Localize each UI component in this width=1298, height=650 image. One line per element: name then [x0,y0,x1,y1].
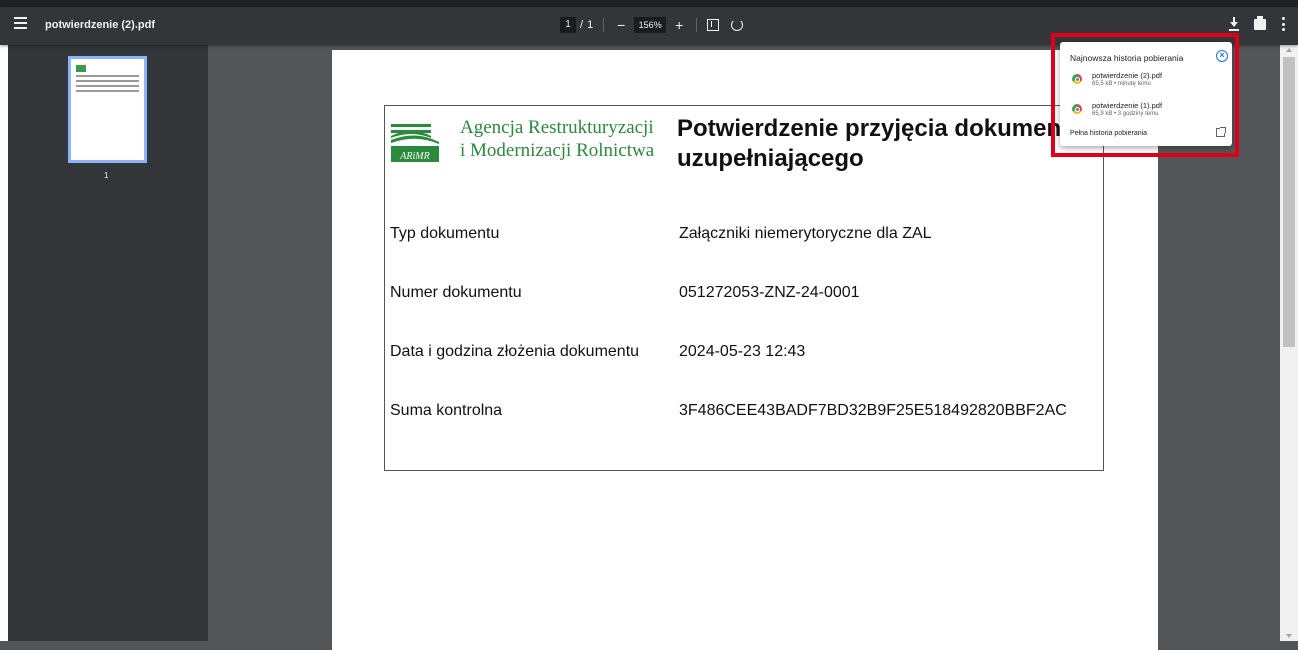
agency-line-2: i Modernizacji Rolnictwa [460,140,655,161]
row-value: 051272053-ZNZ-24-0001 [679,284,860,301]
zoom-in-button[interactable]: + [672,17,686,33]
agency-line-1: Agencja Restrukturyzacji [460,117,654,138]
row-value: 3F486CEE43BADF7BD32B9F25E518492820BBF2AC [679,402,1067,419]
agency-name: Agencja Restrukturyzacji i Modernizacji … [460,116,654,162]
download-file-name: potwierdzenie (2).pdf [1092,71,1163,80]
thumbnail-sidebar: 1 [8,45,208,641]
downloads-popup: Najnowsza historia pobierania × potwierd… [1060,42,1232,146]
zoom-level-input[interactable]: 156% [634,17,667,33]
rotate-icon[interactable] [731,19,744,31]
chrome-icon [1072,104,1082,114]
page-number-input[interactable]: 1 [560,17,576,33]
open-external-icon[interactable] [1216,127,1226,137]
download-file-meta: 65,5 kB • minutę temu [1092,81,1151,87]
row-label: Typ dokumentu [390,225,500,242]
scrollbar-thumb[interactable] [1283,57,1295,347]
row-value: Załączniki niemerytoryczne dla ZAL [679,225,932,242]
document-heading: Potwierdzenie przyjęcia dokumentu uzupeł… [677,114,1067,174]
document-frame: ARiMR Agencja Restrukturyzacji i Moderni… [384,105,1104,471]
document-title: potwierdzenie (2).pdf [45,19,155,31]
row-label: Numer dokumentu [390,284,522,301]
row-label: Suma kontrolna [390,402,503,419]
thumbnail-page-number: 1 [104,171,109,180]
window-left-edge [0,45,8,641]
download-item[interactable]: potwierdzenie (2).pdf 65,5 kB • minutę t… [1070,70,1222,92]
heading-line-2: uzupełniającego [677,145,864,172]
menu-icon[interactable] [14,17,30,33]
toolbar-divider [603,18,605,32]
download-item[interactable]: potwierdzenie (1).pdf 65,9 kB • 3 godzin… [1070,100,1222,122]
download-icon[interactable] [1228,17,1240,31]
pdf-page: ARiMR Agencja Restrukturyzacji i Moderni… [332,50,1158,650]
svg-text:ARiMR: ARiMR [399,151,429,162]
page-separator: / [580,19,584,31]
scroll-down-icon[interactable] [1286,634,1292,638]
chrome-icon [1072,74,1082,84]
heading-line-1: Potwierdzenie przyjęcia dokumentu [677,115,1067,142]
close-icon[interactable]: × [1216,50,1228,62]
print-icon[interactable] [1254,15,1266,30]
download-file-name: potwierdzenie (1).pdf [1092,101,1163,110]
more-options-icon[interactable] [1282,17,1286,31]
popup-title: Najnowsza historia pobierania [1070,53,1184,63]
arimr-logo: ARiMR [391,118,453,164]
window-top-strip [0,0,1298,7]
row-value: 2024-05-23 12:43 [679,343,806,360]
page-total: 1 [587,19,594,31]
full-history-link[interactable]: Pełna historia pobierania [1070,130,1147,137]
scroll-up-icon[interactable] [1286,48,1292,52]
toolbar-actions [1228,15,1286,31]
row-label: Data i godzina złożenia dokumentu [390,343,640,360]
vertical-scrollbar[interactable] [1280,45,1298,641]
page-zoom-controls: 1 / 1 − 156% + [560,15,744,35]
zoom-out-button[interactable]: − [614,17,628,33]
fit-to-page-icon[interactable] [707,19,720,31]
page-thumbnail[interactable] [68,56,147,163]
download-file-meta: 65,9 kB • 3 godziny temu [1092,111,1159,117]
toolbar-divider [696,18,698,32]
